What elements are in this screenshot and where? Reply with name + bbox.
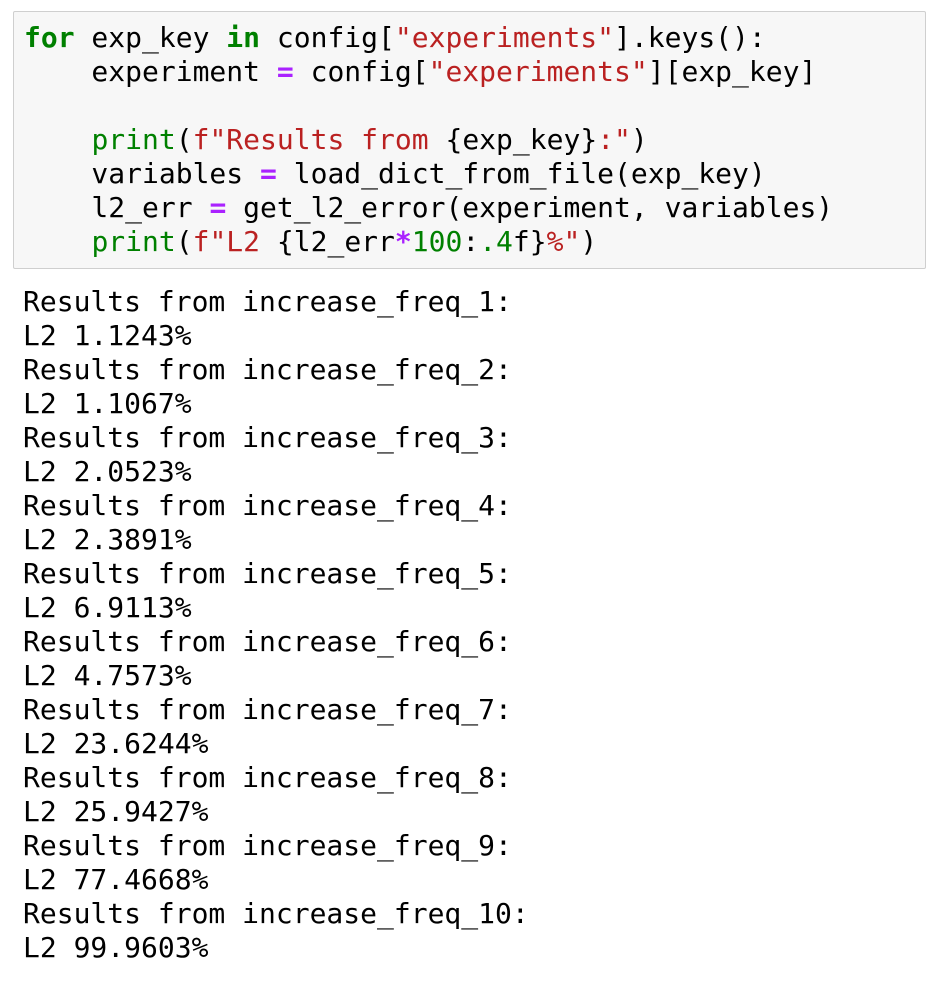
output-line: Results from increase_freq_10: bbox=[23, 897, 529, 930]
output-line: L2 2.3891% bbox=[23, 523, 192, 556]
code-token: f} bbox=[512, 225, 547, 258]
code-token: ) bbox=[630, 123, 648, 156]
code-token: .4 bbox=[479, 225, 513, 258]
code-token: "experiments" bbox=[428, 55, 648, 88]
code-token: print bbox=[91, 123, 176, 156]
code-token: ].keys(): bbox=[614, 21, 766, 54]
code-token: f"L2 bbox=[192, 225, 277, 258]
code-line: experiment = config["experiments"][exp_k… bbox=[24, 55, 833, 89]
code-line: print(f"L2 {l2_err*100:.4f}%") bbox=[24, 225, 833, 259]
code-token: %" bbox=[546, 225, 581, 258]
output-line: L2 25.9427% bbox=[23, 795, 209, 828]
code-token: :" bbox=[597, 123, 631, 156]
code-token: f"Results from bbox=[192, 123, 446, 156]
code-token: in bbox=[226, 21, 261, 54]
output-line: Results from increase_freq_7: bbox=[23, 693, 512, 726]
code-line: print(f"Results from {exp_key}:") bbox=[24, 123, 833, 157]
code-token: config[ bbox=[293, 55, 429, 88]
code-token: ][exp_key] bbox=[647, 55, 817, 88]
code-token: {l2_err bbox=[276, 225, 395, 258]
code-token: experiment bbox=[24, 55, 277, 88]
output-line: Results from increase_freq_2: bbox=[23, 353, 512, 386]
output-line: Results from increase_freq_9: bbox=[23, 829, 512, 862]
code-token: load_dict_from_file(exp_key) bbox=[276, 157, 766, 190]
code-token: = bbox=[260, 157, 277, 190]
output-line: Results from increase_freq_8: bbox=[23, 761, 512, 794]
output-line: L2 99.9603% bbox=[23, 931, 209, 964]
output-line: L2 23.6244% bbox=[23, 727, 209, 760]
code-token: {exp_key} bbox=[445, 123, 598, 156]
code-token: = bbox=[276, 55, 294, 88]
code-token: * bbox=[394, 225, 412, 258]
code-token: ) bbox=[580, 225, 598, 258]
code-token: variables bbox=[24, 157, 261, 190]
output-line: L2 77.4668% bbox=[23, 863, 209, 896]
code-token: : bbox=[462, 225, 480, 258]
output-line: Results from increase_freq_6: bbox=[23, 625, 512, 658]
output-line: Results from increase_freq_1: bbox=[23, 285, 512, 318]
code-token: for bbox=[24, 21, 75, 54]
output-line: L2 6.9113% bbox=[23, 591, 192, 624]
code-input-cell[interactable]: for exp_key in config["experiments"].key… bbox=[13, 11, 926, 269]
output-line: L2 4.7573% bbox=[23, 659, 192, 692]
output-line: Results from increase_freq_5: bbox=[23, 557, 512, 590]
code-token: = bbox=[209, 191, 227, 224]
code-token: ( bbox=[175, 123, 193, 156]
code-token: get_l2_error(experiment, variables) bbox=[226, 191, 834, 224]
code-token: "experiments" bbox=[394, 21, 615, 54]
code-token: l2_err bbox=[24, 191, 210, 224]
output-line: Results from increase_freq_4: bbox=[23, 489, 512, 522]
output-line: Results from increase_freq_3: bbox=[23, 421, 512, 454]
code-token: print bbox=[91, 225, 176, 258]
output-line: L2 1.1243% bbox=[23, 319, 192, 352]
code-token: ( bbox=[175, 225, 193, 258]
output-line: L2 2.0523% bbox=[23, 455, 192, 488]
cell-output: Results from increase_freq_1: L2 1.1243% R… bbox=[23, 285, 529, 965]
code-line: l2_err = get_l2_error(experiment, variab… bbox=[24, 191, 833, 225]
code-token: 100 bbox=[411, 225, 463, 258]
code-token: exp_key bbox=[74, 21, 227, 54]
code-token: config[ bbox=[260, 21, 395, 54]
code-line: for exp_key in config["experiments"].key… bbox=[24, 21, 833, 55]
code-editor[interactable]: for exp_key in config["experiments"].key… bbox=[24, 21, 833, 259]
output-line: L2 1.1067% bbox=[23, 387, 192, 420]
code-line: variables = load_dict_from_file(exp_key) bbox=[24, 157, 833, 191]
